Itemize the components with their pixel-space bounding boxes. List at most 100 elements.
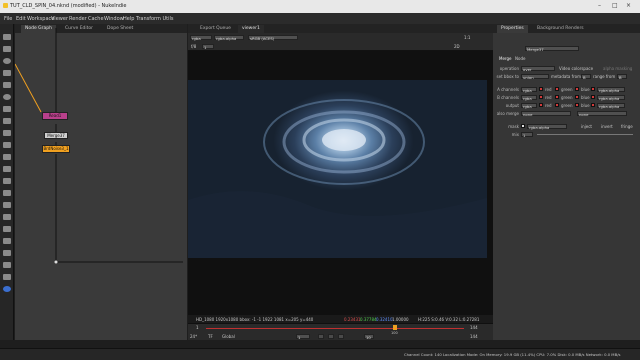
- node-graph-panel[interactable]: Node Graph Curve Editor Dope Sheet Read1…: [15, 24, 187, 340]
- tab-viewer1[interactable]: viewer1: [238, 25, 264, 33]
- proxy-toggle[interactable]: 2D: [454, 44, 460, 49]
- node-connections: [15, 28, 183, 264]
- image-tool-icon[interactable]: [3, 226, 11, 232]
- node-noise[interactable]: BrdNoise3_1: [42, 145, 70, 153]
- plugins-tool-icon[interactable]: [3, 274, 11, 280]
- metadata-dropdown[interactable]: B: [581, 74, 591, 80]
- merge-tool-icon[interactable]: [3, 118, 11, 124]
- views-tool-icon[interactable]: [3, 154, 11, 160]
- window-title: TUT_CLD_SPIN_04.nknd (modified) - NukeIn…: [10, 3, 127, 9]
- menu-edit[interactable]: Edit: [16, 16, 26, 22]
- inject-checkbox[interactable]: inject: [581, 124, 592, 129]
- out-blue-checkbox[interactable]: [575, 103, 579, 107]
- channels-dropdown[interactable]: rgba: [190, 35, 212, 41]
- also-merge-dropdown[interactable]: none: [521, 111, 571, 117]
- menu-window[interactable]: Window: [104, 16, 124, 22]
- invert-checkbox[interactable]: invert: [601, 124, 613, 129]
- mask-dropdown[interactable]: rgba.alpha: [527, 124, 567, 130]
- out-green-checkbox[interactable]: [555, 103, 559, 107]
- also-merge-dropdown-2[interactable]: none: [577, 111, 627, 117]
- menu-transform-utils[interactable]: Transform Utils: [136, 16, 173, 22]
- timeline-playhead[interactable]: [393, 325, 397, 330]
- node-read[interactable]: Read1: [42, 112, 68, 120]
- node-merge[interactable]: Merge37: [44, 132, 68, 139]
- zoom-label[interactable]: 1:1: [464, 35, 470, 40]
- a-blue-checkbox[interactable]: [575, 87, 579, 91]
- a-green-checkbox[interactable]: [555, 87, 559, 91]
- deep-tool-icon[interactable]: [3, 190, 11, 196]
- gizmo-tool-icon[interactable]: [3, 250, 11, 256]
- a-channels-dropdown[interactable]: rgba: [521, 87, 537, 93]
- mask-checkbox[interactable]: [521, 124, 525, 128]
- mix-slider[interactable]: [537, 134, 633, 135]
- metadata-tool-icon[interactable]: [3, 166, 11, 172]
- timeline-range[interactable]: [206, 328, 464, 329]
- range-dropdown[interactable]: B: [617, 74, 627, 80]
- mix-field[interactable]: 1: [521, 132, 533, 138]
- colorspace-dropdown[interactable]: sRGB (ACES): [248, 35, 298, 41]
- fps-field[interactable]: 24*: [190, 334, 197, 339]
- frame-number-field[interactable]: 1: [202, 44, 214, 50]
- fringe-checkbox[interactable]: fringe: [621, 124, 633, 129]
- node-name-field[interactable]: Merge37: [525, 46, 579, 52]
- current-frame-field[interactable]: 1: [296, 334, 310, 340]
- output-dropdown[interactable]: rgba: [521, 103, 537, 109]
- tab-export-queue[interactable]: Export Queue: [196, 25, 235, 33]
- maximize-icon[interactable]: □: [612, 2, 618, 9]
- out-red-checkbox[interactable]: [539, 103, 543, 107]
- play-back-button[interactable]: [318, 334, 324, 339]
- out-alpha-dropdown[interactable]: rgba.alpha: [597, 103, 625, 109]
- menu-cache[interactable]: Cache: [88, 16, 104, 22]
- keyer-tool-icon[interactable]: [3, 106, 11, 112]
- paint-tool-icon[interactable]: [3, 46, 11, 52]
- a-red-checkbox[interactable]: [539, 87, 543, 91]
- particles-tool-icon[interactable]: [3, 178, 11, 184]
- a-alpha-dropdown[interactable]: rgba.alpha: [597, 87, 625, 93]
- menu-help[interactable]: Help: [123, 16, 134, 22]
- range-label: range from: [593, 74, 616, 79]
- operation-dropdown[interactable]: over: [521, 66, 555, 72]
- stop-button[interactable]: [338, 334, 344, 339]
- other-tool-icon[interactable]: [3, 202, 11, 208]
- filter-tool-icon[interactable]: [3, 94, 11, 100]
- also-merge-label: also merge: [496, 111, 519, 116]
- toolsets-tool-icon[interactable]: [3, 262, 11, 268]
- channel-tool-icon[interactable]: [3, 70, 11, 76]
- step-field[interactable]: 10: [364, 334, 374, 340]
- tab-properties[interactable]: Properties: [497, 25, 528, 33]
- time-tool-icon[interactable]: [3, 58, 11, 64]
- color-tool-icon[interactable]: [3, 82, 11, 88]
- set-bbox-dropdown[interactable]: union: [521, 74, 549, 80]
- furnace-tool-icon[interactable]: [3, 214, 11, 220]
- alpha-masking-checkbox[interactable]: alpha masking: [603, 66, 632, 71]
- pointer-tool-icon[interactable]: [3, 34, 11, 40]
- 3d-tool-icon[interactable]: [3, 142, 11, 148]
- b-blue-checkbox[interactable]: [575, 95, 579, 99]
- b-green-checkbox[interactable]: [555, 95, 559, 99]
- menu-viewer[interactable]: Viewer: [51, 16, 68, 22]
- menu-render[interactable]: Render: [69, 16, 87, 22]
- b-alpha-checkbox[interactable]: [591, 95, 595, 99]
- draw-tool-icon[interactable]: [3, 238, 11, 244]
- tab-background-renders[interactable]: Background Renders: [533, 25, 588, 33]
- frame-field[interactable]: f/8: [191, 44, 196, 49]
- global-dropdown[interactable]: Global: [222, 334, 235, 339]
- viewer-image[interactable]: [188, 80, 487, 258]
- b-red-checkbox[interactable]: [539, 95, 543, 99]
- b-channels-dropdown[interactable]: rgba: [521, 95, 537, 101]
- timeline[interactable]: 1 100 144 24* TF Global 1 10 144: [188, 324, 493, 340]
- video-colorspace-checkbox[interactable]: Video colorspace: [559, 66, 593, 71]
- menu-file[interactable]: File: [4, 16, 12, 22]
- b-green-label: green: [561, 95, 573, 100]
- play-button[interactable]: [328, 334, 334, 339]
- minimize-icon[interactable]: –: [598, 2, 601, 9]
- tab-merge[interactable]: Merge: [499, 56, 512, 61]
- alpha-dropdown[interactable]: rgba.alpha: [214, 35, 244, 41]
- transform-tool-icon[interactable]: [3, 130, 11, 136]
- b-alpha-dropdown[interactable]: rgba.alpha: [597, 95, 625, 101]
- tf-field[interactable]: TF: [208, 334, 213, 339]
- close-icon[interactable]: ×: [626, 2, 631, 9]
- out-alpha-checkbox[interactable]: [591, 103, 595, 107]
- tab-node[interactable]: Node: [515, 56, 525, 61]
- a-alpha-checkbox[interactable]: [591, 87, 595, 91]
